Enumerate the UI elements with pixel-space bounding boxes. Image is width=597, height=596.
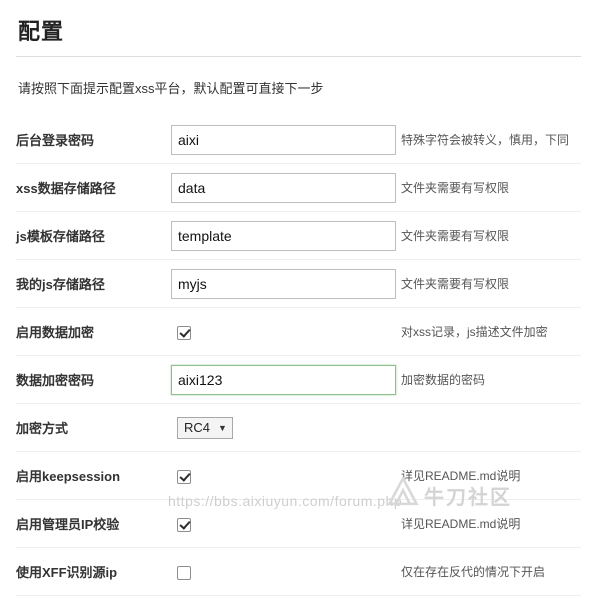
field-label: 使用XFF识别源ip [16,547,171,596]
enable-encryption-checkbox[interactable] [177,325,191,340]
config-page: 配置 请按照下面提示配置xss平台，默认配置可直接下一步 后台登录密码 特殊字符… [0,0,597,596]
field-hint: 仅在存在反代的情况下开启 [401,547,581,596]
form-row: 数据加密密码 加密数据的密码 [16,355,581,405]
field-hint: 加密数据的密码 [401,355,581,405]
encryption-method-select[interactable]: RC4 ▼ [177,416,233,439]
form-row: js模板存储路径 文件夹需要有写权限 [16,211,581,261]
field-hint: 详见README.md说明 [401,451,581,501]
use-xff-source-ip-checkbox[interactable] [177,565,191,580]
enable-keepsession-checkbox[interactable] [177,469,191,484]
field-label: 后台登录密码 [16,115,171,165]
field-label: 启用keepsession [16,451,171,501]
enable-admin-ip-check-checkbox[interactable] [177,517,191,532]
field-label: 加密方式 [16,403,171,453]
form-row: 后台登录密码 特殊字符会被转义，慎用，下同 [16,115,581,165]
field-label: xss数据存储路径 [16,163,171,213]
encryption-password-input[interactable] [171,364,396,395]
config-form: 后台登录密码 特殊字符会被转义，慎用，下同 xss数据存储路径 文件夹需要有写权… [16,115,581,596]
xss-data-path-input[interactable] [171,172,396,203]
form-row: 启用管理员IP校验 详见README.md说明 [16,499,581,549]
field-label: 我的js存储路径 [16,259,171,309]
field-hint: 文件夹需要有写权限 [401,163,581,213]
myjs-path-input[interactable] [171,268,396,299]
form-row: 启用数据加密 对xss记录，js描述文件加密 [16,307,581,357]
form-row: 加密方式 RC4 ▼ [16,403,581,453]
page-title: 配置 [18,19,65,44]
chevron-down-icon: ▼ [218,422,227,433]
field-hint: 特殊字符会被转义，慎用，下同 [401,115,581,165]
admin-password-input[interactable] [171,124,396,155]
field-hint: 详见README.md说明 [401,499,581,549]
form-row: 使用XFF识别源ip 仅在存在反代的情况下开启 [16,547,581,596]
encryption-method-value: RC4 [184,419,211,435]
field-label: 启用数据加密 [16,307,171,357]
js-template-path-input[interactable] [171,220,396,251]
field-hint [401,403,581,453]
field-label: 数据加密密码 [16,355,171,405]
field-label: js模板存储路径 [16,211,171,261]
field-hint: 文件夹需要有写权限 [401,211,581,261]
form-row: 启用keepsession 详见README.md说明 [16,451,581,501]
field-hint: 文件夹需要有写权限 [401,259,581,309]
intro-text: 请按照下面提示配置xss平台，默认配置可直接下一步 [18,81,324,96]
field-label: 启用管理员IP校验 [16,499,171,549]
form-row: xss数据存储路径 文件夹需要有写权限 [16,163,581,213]
form-row: 我的js存储路径 文件夹需要有写权限 [16,259,581,309]
field-hint: 对xss记录，js描述文件加密 [401,307,581,357]
